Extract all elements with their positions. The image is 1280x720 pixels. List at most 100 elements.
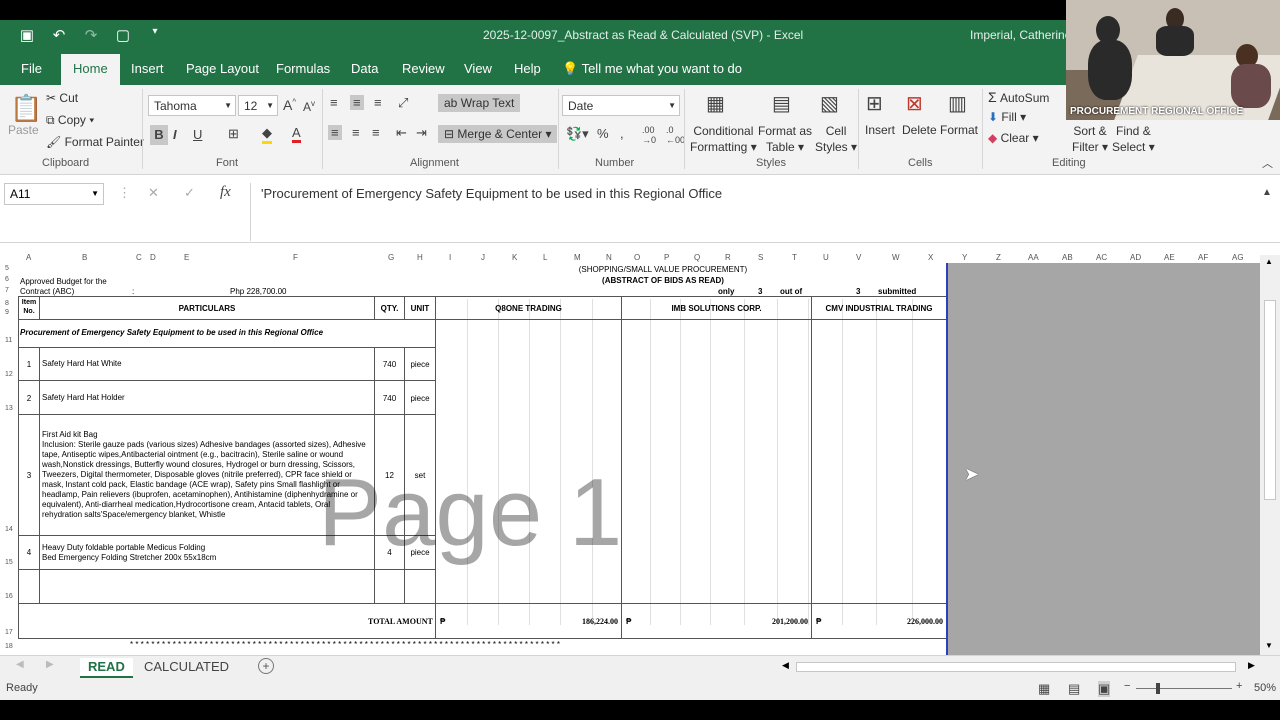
item-description-title[interactable]: First Aid kit Bag: [42, 430, 98, 439]
format-cells-icon[interactable]: ▥: [948, 91, 967, 116]
column-header[interactable]: R: [725, 253, 731, 262]
comma-style-icon[interactable]: ,: [620, 126, 624, 141]
paste-icon[interactable]: 📋: [10, 93, 42, 124]
sheet-tab-calculated[interactable]: CALCULATED: [136, 658, 237, 678]
scrollbar-thumb[interactable]: [1264, 300, 1276, 500]
sort-filter-button[interactable]: Sort & Filter ▾: [1072, 123, 1108, 155]
cell-styles-button[interactable]: Cell Styles ▾: [815, 123, 857, 155]
insert-cells-icon[interactable]: ⊞: [866, 91, 883, 116]
prev-sheet-icon[interactable]: ◀: [16, 659, 24, 670]
collapse-formula-bar-icon[interactable]: ▲: [1262, 187, 1272, 198]
tab-file[interactable]: File: [21, 61, 42, 76]
item-description-title[interactable]: Heavy Duty foldable portable Medicus Fol…: [42, 543, 205, 552]
format-as-table-icon[interactable]: ▤: [772, 91, 791, 116]
format-cells-button[interactable]: Format: [940, 123, 978, 137]
row-header[interactable]: 11: [5, 337, 12, 344]
column-header[interactable]: Y: [962, 253, 967, 262]
row-header[interactable]: 14: [5, 526, 13, 533]
insert-cells-button[interactable]: Insert: [865, 123, 895, 137]
fill-color-icon[interactable]: ◆: [262, 125, 272, 144]
column-header[interactable]: Z: [996, 253, 1001, 262]
accounting-format-icon[interactable]: 💱▾: [566, 126, 589, 142]
zoom-level[interactable]: 50%: [1254, 682, 1276, 694]
column-header[interactable]: T: [792, 253, 797, 262]
zoom-slider[interactable]: [1136, 688, 1232, 689]
column-header[interactable]: I: [449, 253, 451, 262]
redo-icon[interactable]: ↷: [82, 26, 100, 44]
italic-button[interactable]: I: [173, 127, 177, 142]
underline-button[interactable]: U: [193, 127, 202, 142]
column-header[interactable]: C: [136, 253, 142, 262]
column-header[interactable]: O: [634, 253, 640, 262]
name-box[interactable]: A11 ▼: [4, 183, 104, 205]
zoom-in-icon[interactable]: +: [1236, 680, 1242, 692]
decrease-decimal-icon[interactable]: .0 ←00: [666, 125, 685, 145]
scroll-left-icon[interactable]: ◀: [782, 660, 789, 671]
column-header[interactable]: AE: [1164, 253, 1175, 262]
item-description[interactable]: Safety Hard Hat Holder: [42, 393, 125, 402]
merge-center-button[interactable]: ⊟ Merge & Center ▾: [438, 125, 558, 143]
next-sheet-icon[interactable]: ▶: [46, 659, 54, 670]
align-bottom-icon[interactable]: ≡: [374, 95, 382, 110]
undo-icon[interactable]: ↶: [50, 26, 68, 44]
tab-view[interactable]: View: [464, 61, 492, 76]
formula-input[interactable]: 'Procurement of Emergency Safety Equipme…: [250, 183, 1276, 241]
delete-cells-button[interactable]: Delete: [902, 123, 937, 137]
align-left-icon[interactable]: ≡: [328, 125, 342, 140]
worksheet-grid[interactable]: A B C D E F G H I J K L M N O P Q R S T …: [0, 243, 1280, 655]
row-header[interactable]: 15: [5, 559, 13, 566]
column-header[interactable]: Q: [694, 253, 700, 262]
paste-button[interactable]: Paste: [8, 123, 39, 137]
column-header[interactable]: AB: [1062, 253, 1073, 262]
column-header[interactable]: D: [150, 253, 156, 262]
row-header[interactable]: 18: [5, 643, 13, 650]
column-header[interactable]: AC: [1096, 253, 1107, 262]
decrease-font-icon[interactable]: Av: [303, 99, 315, 114]
user-name[interactable]: Imperial, Catherine: [970, 28, 1071, 42]
align-center-icon[interactable]: ≡: [352, 125, 360, 140]
column-header[interactable]: F: [293, 253, 298, 262]
find-select-button[interactable]: Find & Select ▾: [1112, 123, 1155, 155]
vertical-scrollbar[interactable]: ▲ ▼: [1260, 255, 1280, 655]
tab-page-layout[interactable]: Page Layout: [186, 61, 259, 76]
scroll-up-icon[interactable]: ▲: [1265, 257, 1273, 266]
column-header[interactable]: V: [856, 253, 861, 262]
item-description[interactable]: Safety Hard Hat White: [42, 359, 122, 368]
column-header[interactable]: AG: [1232, 253, 1244, 262]
insert-function-button[interactable]: fx: [220, 184, 231, 201]
column-header[interactable]: G: [388, 253, 394, 262]
font-size-select[interactable]: 12 ▼: [238, 95, 278, 116]
add-sheet-icon[interactable]: +: [258, 658, 274, 674]
column-header[interactable]: AF: [1198, 253, 1208, 262]
tab-formulas[interactable]: Formulas: [276, 61, 330, 76]
copy-button[interactable]: ⧉ Copy ▾: [46, 113, 94, 128]
column-header[interactable]: H: [417, 253, 423, 262]
tell-me-search[interactable]: 💡 Tell me what you want to do: [562, 61, 742, 77]
column-header[interactable]: B: [82, 253, 87, 262]
conditional-formatting-button[interactable]: Conditional Formatting ▾: [690, 123, 757, 155]
format-painter-button[interactable]: 🖌 Format Painter: [46, 135, 144, 149]
collapse-ribbon-icon[interactable]: ︿: [1262, 155, 1273, 171]
column-header[interactable]: K: [512, 253, 517, 262]
column-header[interactable]: L: [543, 253, 547, 262]
autosum-button[interactable]: Σ AutoSum: [988, 89, 1049, 105]
column-header[interactable]: X: [928, 253, 933, 262]
fill-button[interactable]: ⬇ Fill ▾: [988, 110, 1026, 124]
align-middle-icon[interactable]: ≡: [350, 95, 364, 110]
number-format-select[interactable]: Date ▼: [562, 95, 680, 116]
new-document-icon[interactable]: ▢: [114, 26, 132, 44]
cell-styles-icon[interactable]: ▧: [820, 91, 839, 116]
item-description[interactable]: Bed Emergency Folding Stretcher 200x 55x…: [42, 553, 216, 562]
video-call-thumbnail[interactable]: PROCUREMENT REGIONAL OFFICE: [1066, 0, 1280, 120]
horizontal-scrollbar[interactable]: [796, 662, 1236, 672]
align-right-icon[interactable]: ≡: [372, 125, 380, 140]
wrap-text-button[interactable]: ab Wrap Text: [438, 94, 521, 112]
font-name-select[interactable]: Tahoma ▼: [148, 95, 236, 116]
project-title-cell[interactable]: Procurement of Emergency Safety Equipmen…: [20, 328, 430, 337]
percent-button[interactable]: %: [597, 126, 609, 141]
column-header[interactable]: AD: [1130, 253, 1141, 262]
row-header[interactable]: 9: [5, 309, 9, 316]
row-header[interactable]: 12: [5, 371, 13, 378]
font-color-icon[interactable]: A: [292, 125, 301, 143]
borders-icon[interactable]: ⊞: [228, 126, 239, 142]
